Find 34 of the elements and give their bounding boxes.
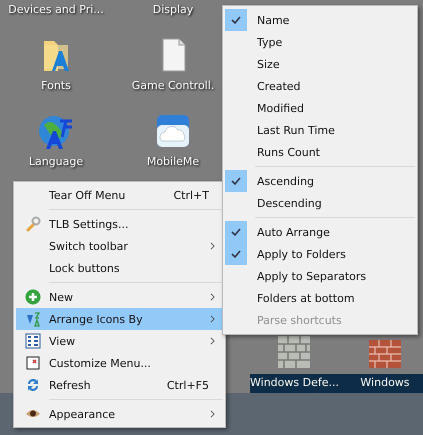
plus-icon bbox=[24, 289, 40, 305]
icon-label: Language bbox=[28, 155, 84, 169]
icon-label: MobileMe bbox=[146, 155, 200, 169]
menu-item[interactable]: Created bbox=[225, 75, 415, 97]
menu-item[interactable]: Ascending bbox=[225, 170, 415, 192]
icon-label: Display bbox=[152, 3, 194, 17]
view-icon bbox=[24, 333, 40, 349]
menu-item[interactable]: Last Run Time bbox=[225, 119, 415, 141]
menu-item[interactable]: Apply to Folders bbox=[225, 243, 415, 265]
menu-item[interactable]: Descending bbox=[225, 192, 415, 214]
menu-item[interactable]: Refresh Ctrl+F5 bbox=[16, 374, 223, 396]
menu-item[interactable]: Name bbox=[225, 9, 415, 31]
icon-label: Windows Defe... bbox=[250, 376, 339, 389]
menu-item[interactable]: Auto Arrange bbox=[225, 221, 415, 243]
menu-item[interactable]: TLB Settings... bbox=[16, 213, 223, 235]
menu-item[interactable]: Lock buttons bbox=[16, 257, 223, 279]
menu-item[interactable]: Type bbox=[225, 31, 415, 53]
sort-icon bbox=[24, 311, 40, 327]
menu-item[interactable]: Switch toolbar bbox=[16, 235, 223, 257]
icon-label: Fonts bbox=[41, 79, 71, 93]
menu-item[interactable]: Modified bbox=[225, 97, 415, 119]
menu-item[interactable]: Apply to Separators bbox=[225, 265, 415, 287]
menu-item[interactable]: Tear Off Menu Ctrl+T bbox=[16, 184, 223, 206]
menu-item[interactable]: New bbox=[16, 286, 223, 308]
customize-icon bbox=[24, 355, 40, 371]
icon-label: Game Controll. bbox=[132, 79, 214, 93]
menu-item[interactable]: View bbox=[16, 330, 223, 352]
icon-label: Windows bbox=[360, 376, 410, 389]
icon-label: Devices and Pri... bbox=[8, 3, 104, 17]
menu-item[interactable]: Size bbox=[225, 53, 415, 75]
menu-item[interactable]: Folders at bottom bbox=[225, 287, 415, 309]
menu-item[interactable]: Arrange Icons By bbox=[16, 308, 223, 330]
menu-item[interactable]: Customize Menu... bbox=[16, 352, 223, 374]
menu-item[interactable]: Runs Count bbox=[225, 141, 415, 163]
